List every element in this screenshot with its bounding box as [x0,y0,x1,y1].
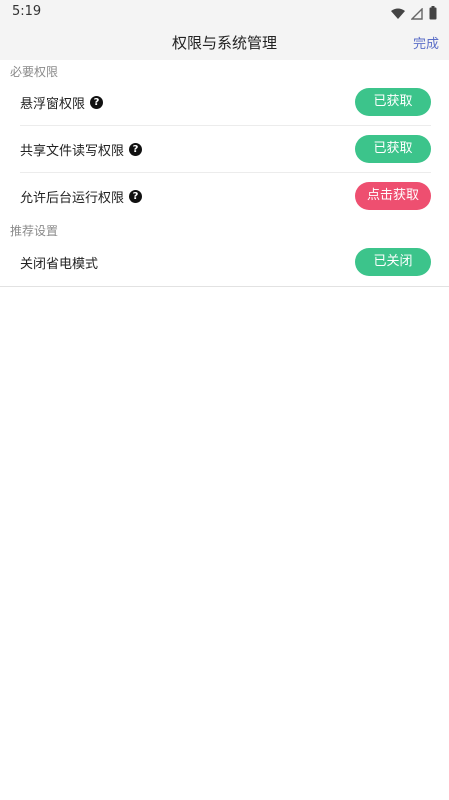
help-icon[interactable]: ? [129,190,143,203]
permission-row-storage: 共享文件读写权限 ? 已获取 [0,126,449,172]
overlay-permission-button[interactable]: 已获取 [355,88,431,116]
row-label-background: 允许后台运行权限 ? [20,187,143,206]
section-title-required: 必要权限 [10,65,59,79]
section-title-recommended: 推荐设置 [10,224,59,238]
help-icon[interactable]: ? [90,96,104,109]
app-header: 权限与系统管理 完成 [0,24,449,60]
storage-permission-button[interactable]: 已获取 [355,135,431,163]
background-permission-button[interactable]: 点击获取 [355,182,431,210]
done-button[interactable]: 完成 [413,33,439,52]
row-label-power-saving: 关闭省电模式 [20,253,98,272]
row-label-text: 共享文件读写权限 [20,144,125,159]
battery-icon [429,5,437,24]
status-icons [391,5,437,24]
row-label-text: 关闭省电模式 [20,257,99,272]
divider [0,286,449,287]
row-label-overlay: 悬浮窗权限 ? [20,93,104,112]
page-title: 权限与系统管理 [171,34,277,52]
setting-row-power-saving: 关闭省电模式 已关闭 [0,239,449,285]
row-label-text: 允许后台运行权限 [20,191,125,206]
row-label-storage: 共享文件读写权限 ? [20,140,143,159]
row-label-text: 悬浮窗权限 [20,97,86,112]
status-time: 5:19 [12,4,42,19]
wifi-icon [391,5,405,24]
help-icon[interactable]: ? [129,143,143,156]
power-saving-button[interactable]: 已关闭 [355,248,431,276]
permission-row-background: 允许后台运行权限 ? 点击获取 [0,173,449,219]
status-bar: 5:19 [0,0,449,24]
signal-icon [410,5,423,24]
permission-row-overlay: 悬浮窗权限 ? 已获取 [0,79,449,125]
